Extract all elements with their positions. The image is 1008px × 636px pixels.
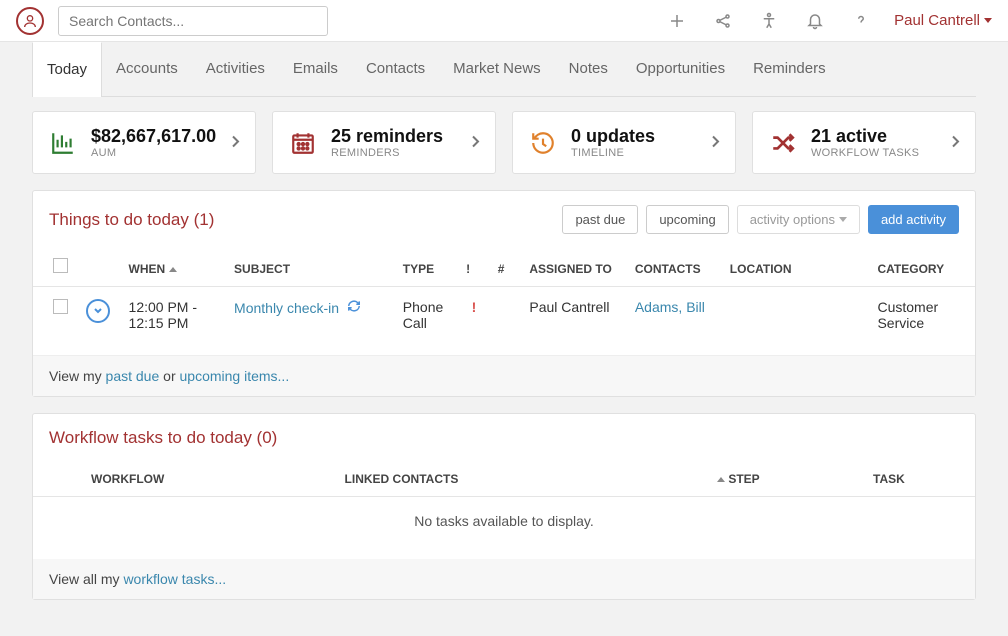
col-step[interactable]: STEP <box>705 462 865 497</box>
card-aum[interactable]: $82,667,617.00 AUM <box>32 111 256 174</box>
workflow-value: 21 active <box>811 126 919 147</box>
activity-options-button[interactable]: activity options <box>737 205 860 234</box>
sort-asc-icon <box>169 267 177 272</box>
calendar-icon <box>289 129 317 157</box>
cell-type: Phone Call <box>395 287 458 356</box>
tab-today[interactable]: Today <box>32 42 102 97</box>
share-icon[interactable] <box>714 12 732 30</box>
reminders-label: REMINDERS <box>331 147 443 159</box>
todo-table: WHEN SUBJECT TYPE ! # ASSIGNED TO CONTAC… <box>33 248 975 356</box>
user-menu[interactable]: Paul Cantrell <box>894 12 992 29</box>
chevron-right-icon <box>951 134 961 151</box>
col-location[interactable]: LOCATION <box>722 248 870 287</box>
col-priority[interactable]: ! <box>458 248 490 287</box>
chevron-right-icon <box>711 134 721 151</box>
tab-activities[interactable]: Activities <box>192 42 279 96</box>
aum-label: AUM <box>91 147 216 159</box>
select-all-checkbox[interactable] <box>53 258 68 273</box>
col-when[interactable]: WHEN <box>129 262 166 276</box>
workflow-panel: Workflow tasks to do today (0) WORKFLOW … <box>32 413 976 600</box>
card-updates[interactable]: 0 updates TIMELINE <box>512 111 736 174</box>
cell-hash <box>490 287 522 356</box>
summary-cards: $82,667,617.00 AUM 25 reminders REMINDER… <box>32 111 976 174</box>
upcoming-items-link[interactable]: upcoming items... <box>180 368 290 384</box>
workflow-panel-head: Workflow tasks to do today (0) <box>33 414 975 462</box>
subject-link[interactable]: Monthly check-in <box>234 300 339 316</box>
col-task[interactable]: TASK <box>865 462 975 497</box>
card-reminders[interactable]: 25 reminders REMINDERS <box>272 111 496 174</box>
col-linked[interactable]: LINKED CONTACTS <box>337 462 705 497</box>
cell-category: Customer Service <box>869 287 975 356</box>
footer-text: View all my <box>49 571 123 587</box>
cell-assigned: Paul Cantrell <box>521 287 626 356</box>
todo-title: Things to do today (1) <box>49 210 562 230</box>
tab-market-news[interactable]: Market News <box>439 42 555 96</box>
tab-reminders[interactable]: Reminders <box>739 42 840 96</box>
footer-text: or <box>159 368 179 384</box>
chevron-right-icon <box>231 134 241 151</box>
bar-chart-icon <box>49 129 77 157</box>
todo-panel: Things to do today (1) past due upcoming… <box>32 190 976 397</box>
bell-icon[interactable] <box>806 12 824 30</box>
reminders-value: 25 reminders <box>331 126 443 147</box>
tab-contacts[interactable]: Contacts <box>352 42 439 96</box>
add-activity-button[interactable]: add activity <box>868 205 959 234</box>
expand-row-icon[interactable] <box>86 299 110 323</box>
topbar-icons <box>668 12 870 30</box>
tab-notes[interactable]: Notes <box>555 42 622 96</box>
workflow-title: Workflow tasks to do today (0) <box>49 428 959 448</box>
col-workflow[interactable]: WORKFLOW <box>83 462 337 497</box>
tab-emails[interactable]: Emails <box>279 42 352 96</box>
aum-value: $82,667,617.00 <box>91 126 216 147</box>
past-due-button[interactable]: past due <box>562 205 638 234</box>
chevron-right-icon <box>471 134 481 151</box>
accessibility-icon[interactable] <box>760 12 778 30</box>
cell-priority: ! <box>458 287 490 356</box>
add-icon[interactable] <box>668 12 686 30</box>
col-assigned[interactable]: ASSIGNED TO <box>521 248 626 287</box>
col-hash[interactable]: # <box>490 248 522 287</box>
workflow-label: WORKFLOW TASKS <box>811 147 919 159</box>
cell-location <box>722 287 870 356</box>
todo-footer: View my past due or upcoming items... <box>33 356 975 396</box>
history-icon <box>529 129 557 157</box>
card-workflow[interactable]: 21 active WORKFLOW TASKS <box>752 111 976 174</box>
caret-down-icon <box>984 18 992 23</box>
nav-tabs: Today Accounts Activities Emails Contact… <box>32 42 976 97</box>
footer-text: View my <box>49 368 106 384</box>
updates-label: TIMELINE <box>571 147 655 159</box>
caret-down-icon <box>839 217 847 222</box>
contact-link[interactable]: Adams, Bill <box>635 299 705 315</box>
workflow-footer: View all my workflow tasks... <box>33 559 975 599</box>
user-name: Paul Cantrell <box>894 12 980 29</box>
activity-options-label: activity options <box>750 212 835 227</box>
search-input[interactable] <box>58 6 328 36</box>
past-due-link[interactable]: past due <box>106 368 160 384</box>
col-contacts[interactable]: CONTACTS <box>627 248 722 287</box>
updates-value: 0 updates <box>571 126 655 147</box>
empty-message: No tasks available to display. <box>33 497 975 559</box>
recurring-icon <box>347 299 361 316</box>
col-type[interactable]: TYPE <box>395 248 458 287</box>
todo-panel-head: Things to do today (1) past due upcoming… <box>33 191 975 248</box>
sort-asc-icon <box>717 477 725 482</box>
row-checkbox[interactable] <box>53 299 68 314</box>
tab-opportunities[interactable]: Opportunities <box>622 42 739 96</box>
app-logo[interactable] <box>16 7 44 35</box>
help-icon[interactable] <box>852 12 870 30</box>
workflow-table: WORKFLOW LINKED CONTACTS STEP TASK <box>33 462 975 497</box>
workflow-tasks-link[interactable]: workflow tasks... <box>123 571 226 587</box>
upcoming-button[interactable]: upcoming <box>646 205 728 234</box>
table-row[interactable]: 12:00 PM - 12:15 PM Monthly check-in Pho… <box>33 287 975 356</box>
nav-row: Today Accounts Activities Emails Contact… <box>0 42 1008 97</box>
shuffle-icon <box>769 129 797 157</box>
col-subject[interactable]: SUBJECT <box>226 248 395 287</box>
cell-when: 12:00 PM - 12:15 PM <box>121 287 226 356</box>
content-area: $82,667,617.00 AUM 25 reminders REMINDER… <box>0 97 1008 636</box>
top-bar: Paul Cantrell <box>0 0 1008 42</box>
tab-accounts[interactable]: Accounts <box>102 42 192 96</box>
col-category[interactable]: CATEGORY <box>869 248 975 287</box>
